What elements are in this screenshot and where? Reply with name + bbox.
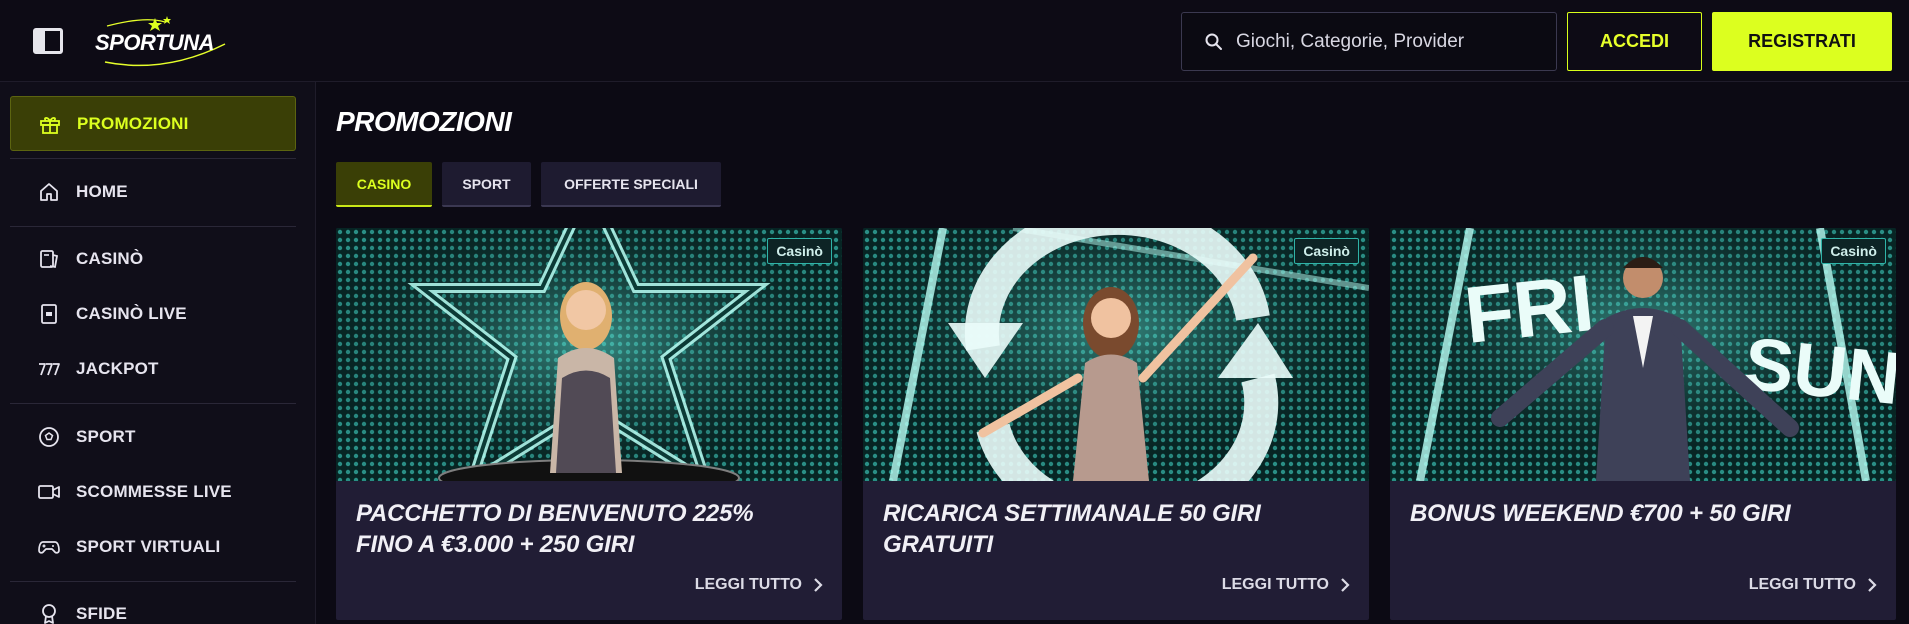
sidebar-item-label: JACKPOT xyxy=(76,359,159,378)
login-button[interactable]: ACCEDI xyxy=(1567,12,1702,71)
sidebar-item-sport-virtuali[interactable]: SPORT VIRTUALI xyxy=(10,520,296,575)
sidebar-divider xyxy=(10,403,296,404)
sidebar-item-label: SFIDE xyxy=(76,604,128,623)
promo-title: BONUS WEEKEND €700 + 50 GIRI xyxy=(1410,500,1791,527)
video-camera-icon xyxy=(38,485,60,499)
chevron-right-icon xyxy=(1341,578,1350,592)
promo-card[interactable]: FRI SUN Casinò BONUS WEEKEND €700 + 50 G… xyxy=(1390,228,1896,620)
search-icon xyxy=(1205,33,1222,50)
sidebar-item-sport[interactable]: SPORT xyxy=(10,410,296,465)
sidebar: PROMOZIONI HOME CASINÒ CASINÒ LIVE JACKP… xyxy=(0,82,316,624)
promo-card[interactable]: Casinò PACCHETTO DI BENVENUTO 225% FINO … xyxy=(336,228,842,620)
category-badge: Casinò xyxy=(1821,238,1886,264)
sidebar-item-scommesse-live[interactable]: SCOMMESSE LIVE xyxy=(10,465,296,520)
read-more-label: LEGGI TUTTO xyxy=(694,576,802,593)
weekend-man-illustration: FRI SUN xyxy=(1390,228,1896,481)
top-header: SPORTUNA ACCEDI REGISTRATI xyxy=(0,0,1909,82)
sidebar-divider xyxy=(10,226,296,227)
logo-text: SPORTUNA xyxy=(95,30,215,55)
sidebar-item-label: SPORT xyxy=(76,427,136,446)
sidebar-item-label: SCOMMESSE LIVE xyxy=(76,482,232,501)
trophy-icon xyxy=(42,604,56,624)
sidebar-item-casino-live[interactable]: CASINÒ LIVE xyxy=(10,287,296,342)
sidebar-item-jackpot[interactable]: JACKPOT xyxy=(10,342,296,397)
tab-sport[interactable]: SPORT xyxy=(442,162,531,207)
gift-icon xyxy=(40,117,60,134)
sidebar-item-label: HOME xyxy=(76,182,128,201)
chevron-right-icon xyxy=(1868,578,1877,592)
tab-casino[interactable]: CASINO xyxy=(336,162,432,207)
sportuna-logo[interactable]: SPORTUNA xyxy=(95,14,235,72)
sidebar-divider xyxy=(10,158,296,159)
chevron-right-icon xyxy=(814,578,823,592)
sidebar-toggle-icon[interactable] xyxy=(33,28,63,54)
refresh-woman-illustration xyxy=(863,228,1369,481)
read-more-label: LEGGI TUTTO xyxy=(1221,576,1329,593)
read-more-link[interactable]: LEGGI TUTTO xyxy=(1222,576,1351,594)
sidebar-divider xyxy=(10,581,296,582)
search-box[interactable] xyxy=(1181,12,1557,71)
sidebar-item-label: CASINÒ LIVE xyxy=(76,304,187,323)
sidebar-item-label: SPORT VIRTUALI xyxy=(76,537,221,556)
read-more-link[interactable]: LEGGI TUTTO xyxy=(695,576,824,594)
sidebar-item-casino[interactable]: CASINÒ xyxy=(10,232,296,287)
promo-title: PACCHETTO DI BENVENUTO 225% FINO A €3.00… xyxy=(356,500,754,558)
promo-image-welcome: Casinò xyxy=(336,228,842,481)
cards-icon xyxy=(40,250,59,269)
sidebar-item-home[interactable]: HOME xyxy=(10,165,296,220)
sidebar-item-label: CASINÒ xyxy=(76,249,144,268)
jackpot-777-icon xyxy=(39,363,60,376)
page-title: PROMOZIONI xyxy=(336,106,512,137)
read-more-link[interactable]: LEGGI TUTTO xyxy=(1749,576,1878,594)
star-woman-illustration xyxy=(336,228,842,481)
category-badge: Casinò xyxy=(767,238,832,264)
read-more-label: LEGGI TUTTO xyxy=(1748,576,1856,593)
promo-card[interactable]: Casinò RICARICA SETTIMANALE 50 GIRI GRAT… xyxy=(863,228,1369,620)
promo-image-weekend: FRI SUN Casinò xyxy=(1390,228,1896,481)
tab-offerte-speciali[interactable]: OFFERTE SPECIALI xyxy=(541,162,721,207)
sidebar-item-promozioni[interactable]: PROMOZIONI xyxy=(10,96,296,151)
home-icon xyxy=(40,183,58,201)
live-card-icon xyxy=(41,304,57,324)
sidebar-item-sfide[interactable]: SFIDE xyxy=(10,587,296,624)
category-badge: Casinò xyxy=(1294,238,1359,264)
gamepad-icon xyxy=(38,541,60,554)
sidebar-item-label: PROMOZIONI xyxy=(77,114,189,133)
promo-image-reload: Casinò xyxy=(863,228,1369,481)
register-button[interactable]: REGISTRATI xyxy=(1712,12,1892,71)
soccer-ball-icon xyxy=(39,427,59,447)
search-input[interactable] xyxy=(1236,30,1536,53)
promo-title: RICARICA SETTIMANALE 50 GIRI GRATUITI xyxy=(883,500,1261,558)
